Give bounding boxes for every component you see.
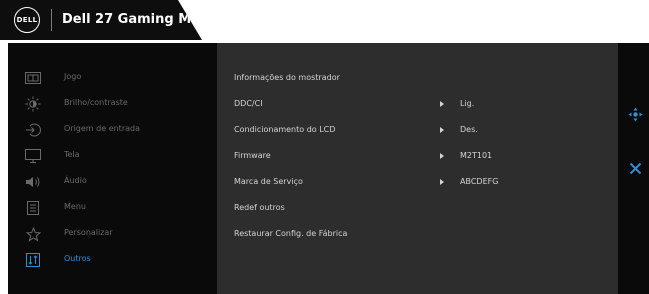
row-label: Informações do mostrador (234, 73, 340, 82)
sidebar-item-label: Brilho/contraste (64, 98, 128, 107)
osd-sidebar: Jogo Brilho/contraste Origem de entrada … (8, 43, 217, 294)
row-firmware[interactable]: Firmware M2T101 (217, 144, 618, 170)
row-ddc-ci[interactable]: DDC/CI Lig. (217, 92, 618, 118)
row-label: Condicionamento do LCD (234, 125, 336, 134)
sidebar-item-label: Outros (64, 254, 91, 263)
input-source-icon (22, 120, 44, 140)
sidebar-item-outros[interactable]: Outros (8, 247, 217, 273)
arrow-right-icon (440, 101, 444, 107)
row-label: Redef outros (234, 203, 285, 212)
arrow-right-icon (440, 127, 444, 133)
row-redef-outros[interactable]: Redef outros (217, 196, 618, 222)
sidebar-item-personalizar[interactable]: Personalizar (8, 221, 217, 247)
row-marca-de-servico[interactable]: Marca de Serviço ABCDEFG (217, 170, 618, 196)
monitor-title: Dell 27 Gaming Monitor (62, 12, 236, 27)
row-label: Restaurar Config. de Fábrica (234, 229, 348, 238)
joystick-navigate-icon[interactable] (628, 107, 643, 122)
row-value: M2T101 (460, 151, 493, 160)
sidebar-item-label: Origem de entrada (64, 124, 140, 133)
sidebar-item-jogo[interactable]: Jogo (8, 65, 217, 91)
row-condicionamento-do-lcd[interactable]: Condicionamento do LCD Des. (217, 118, 618, 144)
sidebar-item-brilho-contraste[interactable]: Brilho/contraste (8, 91, 217, 117)
row-informacoes-do-mostrador[interactable]: Informações do mostrador (217, 66, 618, 92)
sidebar-item-menu[interactable]: Menu (8, 195, 217, 221)
others-icon (22, 250, 44, 270)
monitor-header: DELL Dell 27 Gaming Monitor (0, 0, 202, 40)
sidebar-item-tela[interactable]: Tela (8, 143, 217, 169)
osd-navigation-bar (618, 43, 649, 294)
audio-icon (22, 172, 44, 192)
close-icon[interactable] (629, 160, 642, 175)
display-icon (22, 146, 44, 166)
row-label: Marca de Serviço (234, 177, 303, 186)
star-icon (22, 224, 44, 244)
osd-menu: Jogo Brilho/contraste Origem de entrada … (8, 43, 649, 294)
osd-content-panel: Informações do mostrador DDC/CI Lig. Con… (217, 43, 618, 294)
sidebar-item-origem-de-entrada[interactable]: Origem de entrada (8, 117, 217, 143)
row-value: Lig. (460, 99, 475, 108)
sidebar-item-label: Jogo (64, 72, 82, 81)
row-label: DDC/CI (234, 99, 263, 108)
sidebar-item-audio[interactable]: Áudio (8, 169, 217, 195)
row-value: Des. (460, 125, 478, 134)
arrow-right-icon (440, 179, 444, 185)
arrow-right-icon (440, 153, 444, 159)
row-value: ABCDEFG (460, 177, 499, 186)
row-restaurar-config-de-fabrica[interactable]: Restaurar Config. de Fábrica (217, 222, 618, 248)
header-divider (51, 9, 52, 31)
row-label: Firmware (234, 151, 271, 160)
sidebar-item-label: Tela (64, 150, 80, 159)
sidebar-item-label: Personalizar (64, 228, 113, 237)
sidebar-item-label: Áudio (64, 176, 87, 185)
brightness-icon (22, 94, 44, 114)
game-icon (22, 68, 44, 88)
dell-logo: DELL (14, 7, 40, 33)
menu-icon (22, 198, 44, 218)
sidebar-item-label: Menu (64, 202, 86, 211)
